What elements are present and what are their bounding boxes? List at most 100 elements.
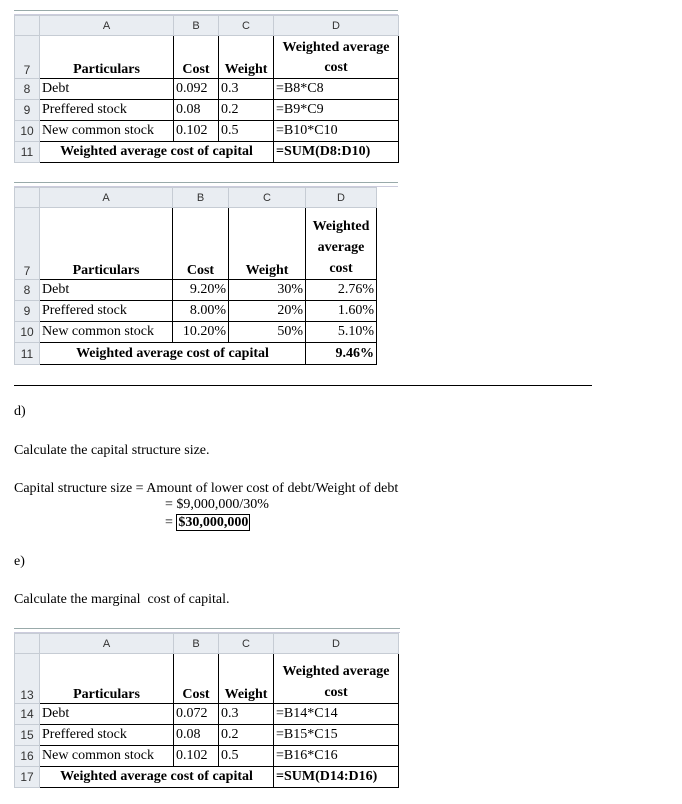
cell[interactable]: =B8*C8 bbox=[273, 78, 399, 100]
column-header-a[interactable]: A bbox=[39, 187, 173, 208]
cell[interactable]: Debt bbox=[39, 78, 174, 100]
spreadsheet-values: ABCD 7 Particulars Cost Weight Weighted aver… bbox=[14, 187, 377, 365]
row-header[interactable]: 10 bbox=[14, 321, 40, 343]
row-header[interactable]: 14 bbox=[14, 703, 40, 725]
cell[interactable]: 0.08 bbox=[173, 99, 219, 121]
cell[interactable]: =B10*C10 bbox=[273, 120, 399, 142]
header-cost: Cost bbox=[172, 207, 229, 280]
cell[interactable]: 20% bbox=[228, 300, 306, 322]
capital-structure-formula: Capital structure size = Amount of lower… bbox=[14, 481, 399, 496]
cell[interactable]: 5.10% bbox=[305, 321, 377, 343]
row-header[interactable]: 9 bbox=[14, 99, 40, 121]
column-header-c[interactable]: C bbox=[218, 633, 274, 654]
header-weight: Weight bbox=[228, 207, 306, 280]
header-weighted-average-cost: Weighted average cost bbox=[305, 207, 377, 280]
row-header[interactable]: 15 bbox=[14, 724, 40, 746]
table-row: 9 Preffered stock 8.00% 20% 1.60% bbox=[14, 300, 377, 322]
cell[interactable]: 30% bbox=[228, 279, 306, 301]
select-all-corner[interactable] bbox=[14, 15, 40, 36]
cell[interactable]: Debt bbox=[39, 703, 174, 725]
cell[interactable]: 0.102 bbox=[173, 120, 219, 142]
capital-structure-substitution: = $9,000,000/30% bbox=[165, 497, 269, 512]
cell[interactable]: 0.2 bbox=[218, 99, 274, 121]
column-header-d[interactable]: D bbox=[305, 187, 377, 208]
cell[interactable]: 0.3 bbox=[218, 78, 274, 100]
column-header-b[interactable]: B bbox=[173, 633, 219, 654]
row-header[interactable]: 8 bbox=[14, 78, 40, 100]
header-weight: Weight bbox=[218, 653, 274, 704]
cell[interactable]: =B16*C16 bbox=[273, 745, 399, 767]
table-row: 16 New common stock 0.102 0.5 =B16*C16 bbox=[14, 745, 399, 767]
total-value[interactable]: =SUM(D14:D16) bbox=[273, 766, 399, 788]
column-header-c[interactable]: C bbox=[228, 187, 306, 208]
cell[interactable]: 9.20% bbox=[172, 279, 229, 301]
total-row: 11 Weighted average cost of capital =SUM(D… bbox=[14, 141, 399, 163]
cell[interactable]: 50% bbox=[228, 321, 306, 343]
cell[interactable]: 10.20% bbox=[172, 321, 229, 343]
header-cost: Cost bbox=[173, 653, 219, 704]
cell[interactable]: =B9*C9 bbox=[273, 99, 399, 121]
cell[interactable]: New common stock bbox=[39, 321, 173, 343]
row-header[interactable]: 13 bbox=[14, 653, 40, 704]
header-particulars: Particulars bbox=[39, 35, 174, 79]
cell[interactable]: 0.5 bbox=[218, 745, 274, 767]
header-particulars: Particulars bbox=[39, 653, 174, 704]
section-d-question: Calculate the capital structure size. bbox=[14, 443, 210, 458]
cell[interactable]: 0.3 bbox=[218, 703, 274, 725]
cell[interactable]: 1.60% bbox=[305, 300, 377, 322]
cell[interactable]: 0.092 bbox=[173, 78, 219, 100]
column-header-d[interactable]: D bbox=[273, 633, 399, 654]
table-row: 9 Preffered stock 0.08 0.2 =B9*C9 bbox=[14, 99, 399, 121]
cell[interactable]: New common stock bbox=[39, 120, 174, 142]
cell[interactable]: =B15*C15 bbox=[273, 724, 399, 746]
header-cost: Cost bbox=[173, 35, 219, 79]
spreadsheet-formulas-2: ABCD 13 Particulars Cost Weight Weighted ave… bbox=[14, 633, 399, 788]
cell[interactable]: Preffered stock bbox=[39, 724, 174, 746]
total-label[interactable]: Weighted average cost of capital bbox=[39, 766, 274, 788]
table-row: 10 New common stock 0.102 0.5 =B10*C10 bbox=[14, 120, 399, 142]
cell[interactable]: 0.08 bbox=[173, 724, 219, 746]
section-d-label: d) bbox=[14, 404, 26, 419]
column-header-d[interactable]: D bbox=[273, 15, 399, 36]
select-all-corner[interactable] bbox=[14, 187, 40, 208]
total-row: 17 Weighted average cost of capital =SUM(D… bbox=[14, 766, 399, 788]
answer-box: $30,000,000 bbox=[176, 514, 251, 531]
total-value[interactable]: =SUM(D8:D10) bbox=[273, 141, 399, 163]
row-header[interactable]: 9 bbox=[14, 300, 40, 322]
row-header[interactable]: 10 bbox=[14, 120, 40, 142]
divider bbox=[14, 385, 592, 386]
cell[interactable]: Preffered stock bbox=[39, 300, 173, 322]
total-label[interactable]: Weighted average cost of capital bbox=[39, 342, 306, 365]
capital-structure-result: = $30,000,000 bbox=[165, 514, 251, 531]
cell[interactable]: =B14*C14 bbox=[273, 703, 399, 725]
row-header[interactable]: 11 bbox=[14, 141, 40, 163]
cell[interactable]: 0.2 bbox=[218, 724, 274, 746]
row-header[interactable]: 7 bbox=[14, 35, 40, 79]
cell[interactable]: 0.102 bbox=[173, 745, 219, 767]
column-header-b[interactable]: B bbox=[173, 15, 219, 36]
cell[interactable]: Preffered stock bbox=[39, 99, 174, 121]
header-weighted-average-cost: Weighted average cost bbox=[273, 35, 399, 79]
total-row: 11 Weighted average cost of capital 9.46% bbox=[14, 342, 377, 365]
header-particulars: Particulars bbox=[39, 207, 173, 280]
total-value[interactable]: 9.46% bbox=[305, 342, 377, 365]
column-header-a[interactable]: A bbox=[39, 15, 174, 36]
table-row: 8 Debt 0.092 0.3 =B8*C8 bbox=[14, 78, 399, 100]
row-header[interactable]: 11 bbox=[14, 342, 40, 365]
cell[interactable]: 0.5 bbox=[218, 120, 274, 142]
header-weighted-average-cost: Weighted average cost bbox=[273, 653, 399, 704]
row-header[interactable]: 7 bbox=[14, 207, 40, 280]
cell[interactable]: 8.00% bbox=[172, 300, 229, 322]
row-header[interactable]: 17 bbox=[14, 766, 40, 788]
cell[interactable]: New common stock bbox=[39, 745, 174, 767]
row-header[interactable]: 8 bbox=[14, 279, 40, 301]
cell[interactable]: 0.072 bbox=[173, 703, 219, 725]
column-header-a[interactable]: A bbox=[39, 633, 174, 654]
column-header-b[interactable]: B bbox=[172, 187, 229, 208]
row-header[interactable]: 16 bbox=[14, 745, 40, 767]
column-header-c[interactable]: C bbox=[218, 15, 274, 36]
cell[interactable]: Debt bbox=[39, 279, 173, 301]
total-label[interactable]: Weighted average cost of capital bbox=[39, 141, 274, 163]
cell[interactable]: 2.76% bbox=[305, 279, 377, 301]
select-all-corner[interactable] bbox=[14, 633, 40, 654]
